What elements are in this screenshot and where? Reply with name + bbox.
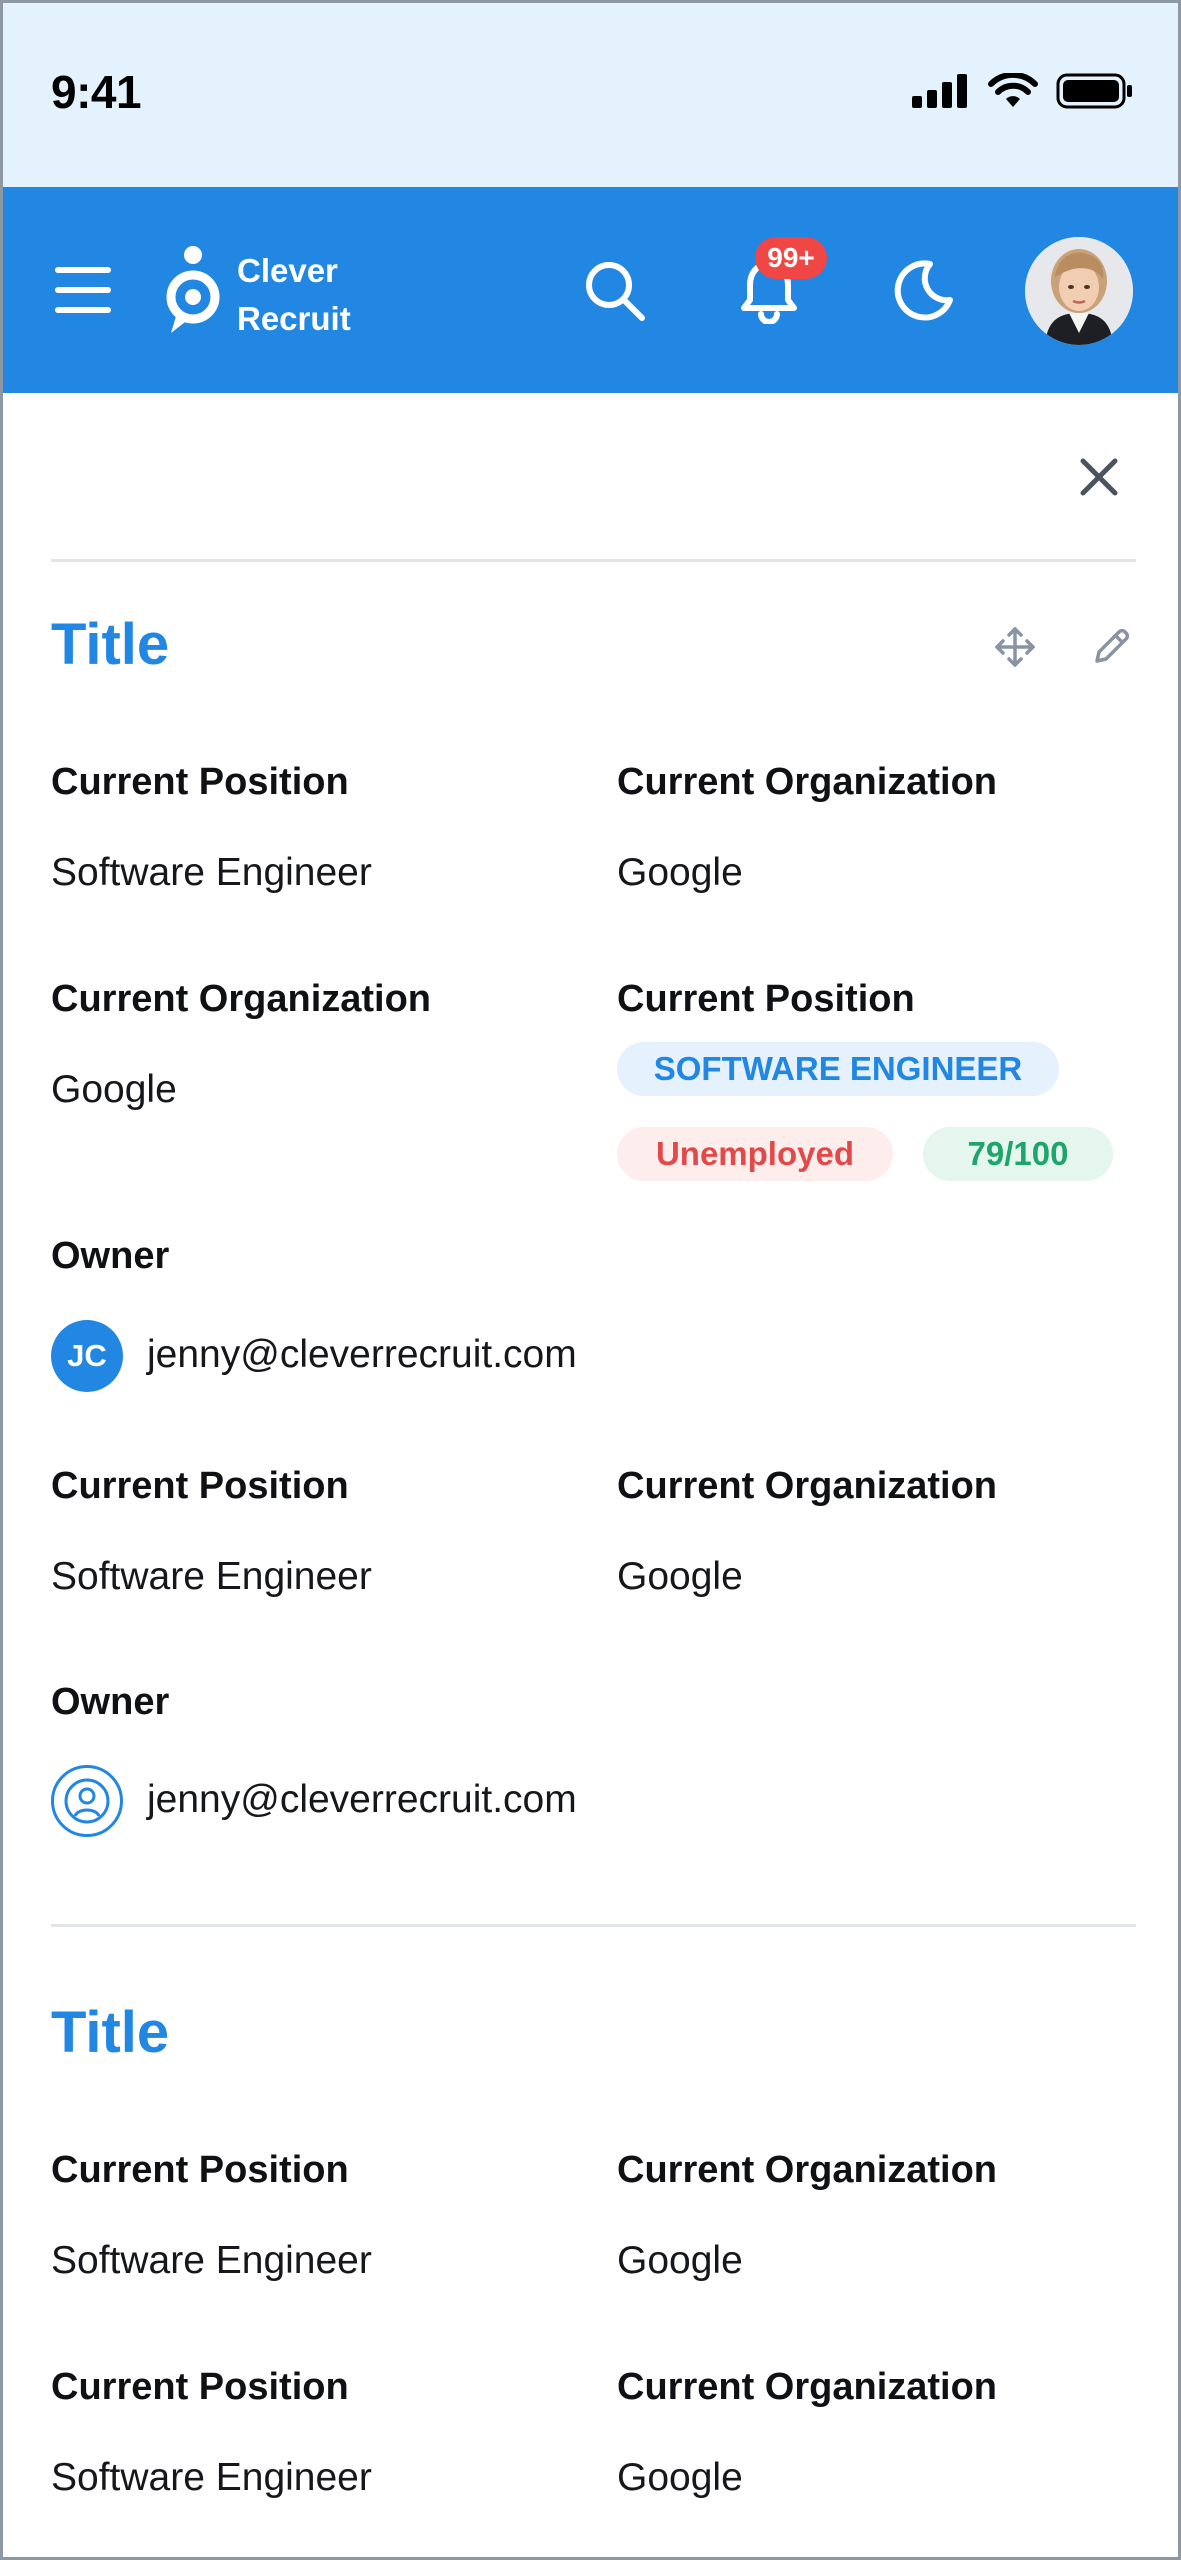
- status-icons: [912, 73, 1134, 109]
- field-value: Google: [617, 2239, 743, 2282]
- field-value: Google: [617, 2456, 743, 2499]
- field-value: Google: [617, 851, 743, 894]
- app-frame: 9:41 Clever Recruit 99+ Title Current Po…: [0, 0, 1181, 2560]
- field-value: Software Engineer: [51, 1555, 372, 1598]
- field-label: Current Position: [51, 761, 349, 803]
- signal-icon: [912, 74, 967, 108]
- field-label: Current Organization: [617, 2366, 998, 2408]
- user-avatar-image: [1025, 237, 1133, 345]
- wifi-icon: [988, 73, 1038, 107]
- owner-avatar-placeholder: [51, 1765, 123, 1837]
- search-icon: [586, 262, 645, 321]
- field-label: Current Position: [51, 2149, 349, 2191]
- menu-button[interactable]: [55, 267, 115, 313]
- owner-label: Owner: [51, 1681, 170, 1723]
- field-label: Current Position: [51, 2366, 349, 2408]
- logo-text-line1: Clever: [237, 252, 338, 289]
- field-value: Google: [51, 1068, 177, 1111]
- move-icon: [995, 627, 1035, 667]
- owner-email[interactable]: jenny@cleverrecruit.com: [147, 1333, 577, 1377]
- section-title: Title: [51, 612, 170, 677]
- battery-icon: [1056, 73, 1132, 109]
- pencil-icon: [1095, 628, 1130, 663]
- section-divider: [51, 1924, 1136, 1927]
- field-value: Software Engineer: [51, 2239, 372, 2282]
- score-tag: 79/100: [923, 1127, 1113, 1181]
- user-avatar[interactable]: [1025, 237, 1133, 345]
- field-label: Current Position: [617, 978, 915, 1020]
- brand-logo[interactable]: Clever Recruit: [163, 241, 393, 351]
- field-value: Software Engineer: [51, 2456, 372, 2499]
- field-label: Current Position: [51, 1465, 349, 1507]
- menu-icon: [55, 267, 111, 273]
- field-label: Current Organization: [617, 2149, 998, 2191]
- notification-badge: 99+: [755, 237, 827, 279]
- search-button[interactable]: [575, 251, 655, 331]
- position-tag: SOFTWARE ENGINEER: [617, 1042, 1059, 1096]
- field-label: Current Organization: [617, 761, 998, 803]
- owner-email[interactable]: jenny@cleverrecruit.com: [147, 1778, 577, 1822]
- close-button[interactable]: [1075, 453, 1123, 501]
- moon-icon: [894, 260, 953, 321]
- dark-mode-toggle[interactable]: [883, 251, 963, 331]
- field-value: Google: [617, 1555, 743, 1598]
- move-button[interactable]: [991, 623, 1039, 671]
- section-title: Title: [51, 2000, 170, 2065]
- status-time: 9:41: [51, 66, 142, 118]
- edit-button[interactable]: [1087, 623, 1135, 671]
- status-tag: Unemployed: [617, 1127, 893, 1181]
- section-divider: [51, 559, 1136, 562]
- user-circle-icon: [64, 1778, 110, 1824]
- owner-avatar: JC: [51, 1320, 123, 1392]
- field-value: Software Engineer: [51, 851, 372, 894]
- status-bar: 9:41: [3, 3, 1178, 187]
- field-label: Current Organization: [51, 978, 432, 1020]
- logo-text-line2: Recruit: [237, 300, 351, 337]
- owner-label: Owner: [51, 1235, 170, 1277]
- field-label: Current Organization: [617, 1465, 998, 1507]
- logo-icon: [166, 246, 220, 333]
- app-header: Clever Recruit 99+: [3, 187, 1178, 393]
- close-icon: [1080, 458, 1118, 496]
